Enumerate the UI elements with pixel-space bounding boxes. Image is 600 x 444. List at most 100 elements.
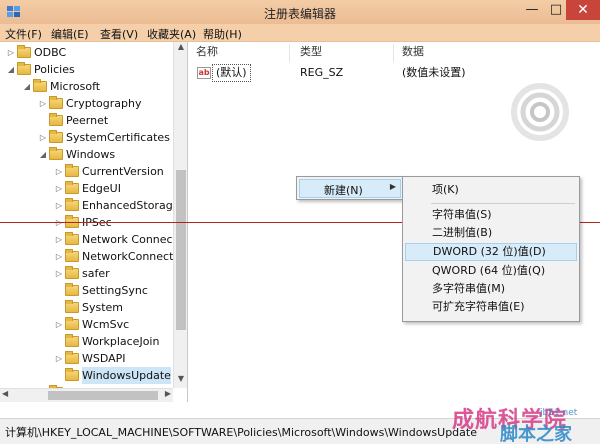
swirl-watermark-icon	[511, 83, 569, 141]
tree-item-windows[interactable]: ◢ Windows	[38, 146, 115, 163]
menu-edit[interactable]: 编辑(E)	[51, 26, 89, 42]
submenu-item-expandable-string-value[interactable]: 可扩充字符串值(E)	[405, 298, 577, 316]
submenu-item-binary-value[interactable]: 二进制值(B)	[405, 224, 577, 242]
column-data[interactable]: 数据	[396, 44, 496, 62]
folder-icon	[49, 130, 63, 143]
expand-arrow-icon[interactable]: ▷	[54, 197, 64, 214]
tree-item-odbc[interactable]: ▷ ODBC	[6, 44, 66, 61]
value-name[interactable]: (默认)	[212, 64, 251, 82]
folder-icon	[65, 317, 79, 330]
expand-arrow-icon[interactable]: ▷	[54, 248, 64, 265]
menu-bar: 文件(F) 编辑(E) 查看(V) 收藏夹(A) 帮助(H)	[0, 24, 600, 42]
scroll-thumb[interactable]	[48, 391, 158, 400]
tree-item-wsdapi[interactable]: ▷ WSDAPI	[54, 350, 126, 367]
expand-arrow-icon[interactable]: ▷	[54, 265, 64, 282]
folder-icon	[65, 198, 79, 211]
tree-item-network-connect[interactable]: ▷ Network Connect	[54, 231, 177, 248]
tree-item-label: Peernet	[66, 114, 109, 127]
folder-icon	[17, 45, 31, 58]
tree-item-workplacejoin[interactable]: WorkplaceJoin	[54, 333, 159, 350]
folder-icon	[65, 232, 79, 245]
tree-item-policies[interactable]: ◢ Policies	[6, 61, 75, 78]
submenu-item-string-value[interactable]: 字符串值(S)	[405, 206, 577, 224]
tree-item-wcmsvc[interactable]: ▷ WcmSvc	[54, 316, 129, 333]
tree-item-label: Cryptography	[66, 97, 142, 110]
folder-icon	[49, 147, 63, 160]
scroll-left-icon[interactable]: ◀	[2, 389, 8, 398]
string-value-icon: ab	[197, 67, 211, 79]
tree-item-currentversion[interactable]: ▷ CurrentVersion	[54, 163, 164, 180]
scroll-right-icon[interactable]: ▶	[165, 389, 171, 398]
folder-icon	[65, 249, 79, 262]
tree-item-label: CurrentVersion	[82, 165, 164, 178]
tree-item-safer[interactable]: ▷ safer	[54, 265, 110, 282]
folder-icon	[65, 283, 79, 296]
tree-item-label: WorkplaceJoin	[82, 335, 160, 348]
expand-arrow-icon[interactable]: ▷	[38, 95, 48, 112]
close-button[interactable]: ✕	[566, 0, 600, 20]
tree-item-edgeui[interactable]: ▷ EdgeUI	[54, 180, 121, 197]
column-type[interactable]: 类型	[294, 44, 394, 62]
tree-item-label: Microsoft	[50, 80, 101, 93]
folder-icon	[65, 300, 79, 313]
tree-item-systemcertificates[interactable]: ▷ SystemCertificates	[38, 129, 170, 146]
collapse-arrow-icon[interactable]: ◢	[38, 146, 48, 163]
tree-item-windowsupdate[interactable]: WindowsUpdate	[54, 367, 171, 384]
expand-arrow-icon[interactable]: ▷	[54, 316, 64, 333]
tree-item-label: NetworkConnecti	[82, 250, 177, 263]
window-title: 注册表编辑器	[263, 7, 336, 21]
tree-item-label: SettingSync	[82, 284, 148, 297]
menu-favorites[interactable]: 收藏夹(A)	[147, 26, 196, 42]
folder-icon	[49, 113, 63, 126]
tree-item-label: WindowsUpdate	[82, 367, 171, 384]
folder-icon	[65, 266, 79, 279]
submenu-item-multi-string-value[interactable]: 多字符串值(M)	[405, 280, 577, 298]
menu-separator	[431, 203, 575, 204]
title-bar: 注册表编辑器 — □ ✕	[0, 0, 600, 24]
menu-help[interactable]: 帮助(H)	[203, 26, 242, 42]
expand-arrow-icon[interactable]: ▷	[54, 231, 64, 248]
folder-icon	[65, 351, 79, 364]
tree-item-peernet[interactable]: Peernet	[38, 112, 108, 129]
folder-icon	[33, 79, 47, 92]
tree-item-cryptography[interactable]: ▷ Cryptography	[38, 95, 141, 112]
column-name[interactable]: 名称	[190, 44, 290, 62]
tree-horizontal-scrollbar[interactable]: ◀ ▶	[0, 388, 173, 402]
expand-arrow-icon[interactable]: ▷	[54, 180, 64, 197]
tree-item-networkconnecti[interactable]: ▷ NetworkConnecti	[54, 248, 176, 265]
submenu-item-key[interactable]: 项(K)	[405, 181, 577, 199]
value-data: (数值未设置)	[402, 66, 466, 79]
tree-item-label: EdgeUI	[82, 182, 121, 195]
tree-item-microsoft[interactable]: ◢ Microsoft	[22, 78, 100, 95]
menu-file[interactable]: 文件(F)	[5, 26, 42, 42]
collapse-arrow-icon[interactable]: ◢	[6, 61, 16, 78]
tree-vertical-scrollbar[interactable]: ▲ ▼	[173, 42, 187, 388]
scroll-thumb[interactable]	[176, 170, 186, 330]
scroll-up-icon[interactable]: ▲	[174, 42, 187, 56]
scroll-down-icon[interactable]: ▼	[174, 374, 187, 388]
expand-arrow-icon[interactable]: ▷	[54, 350, 64, 367]
menu-item-label: 新建(N)	[324, 184, 363, 197]
submenu-item-qword-value[interactable]: QWORD (64 位)值(Q)	[405, 262, 577, 280]
tree-item-label: ODBC	[34, 46, 67, 59]
context-menu: 新建(N) ▶	[296, 176, 404, 200]
menu-view[interactable]: 查看(V)	[100, 26, 138, 42]
tree-item-settingsync[interactable]: SettingSync	[54, 282, 148, 299]
expand-arrow-icon[interactable]: ▷	[6, 44, 16, 61]
folder-icon	[65, 181, 79, 194]
collapse-arrow-icon[interactable]: ◢	[22, 78, 32, 95]
tree-item-label: Policies	[34, 63, 75, 76]
tree-item-label: safer	[82, 267, 110, 280]
menu-item-new[interactable]: 新建(N) ▶	[299, 179, 401, 198]
folder-icon	[65, 164, 79, 177]
tree-item-system[interactable]: System	[54, 299, 123, 316]
tree-item-label: WcmSvc	[82, 318, 130, 331]
folder-icon	[65, 368, 79, 381]
expand-arrow-icon[interactable]: ▷	[54, 163, 64, 180]
tree-item-enhancedstorage[interactable]: ▷ EnhancedStorage	[54, 197, 179, 214]
value-type: REG_SZ	[300, 66, 344, 79]
expand-arrow-icon[interactable]: ▷	[38, 129, 48, 146]
new-submenu: 项(K) 字符串值(S) 二进制值(B) DWORD (32 位)值(D) QW…	[402, 176, 580, 322]
submenu-item-dword-value[interactable]: DWORD (32 位)值(D)	[405, 243, 577, 261]
folder-icon	[49, 96, 63, 109]
